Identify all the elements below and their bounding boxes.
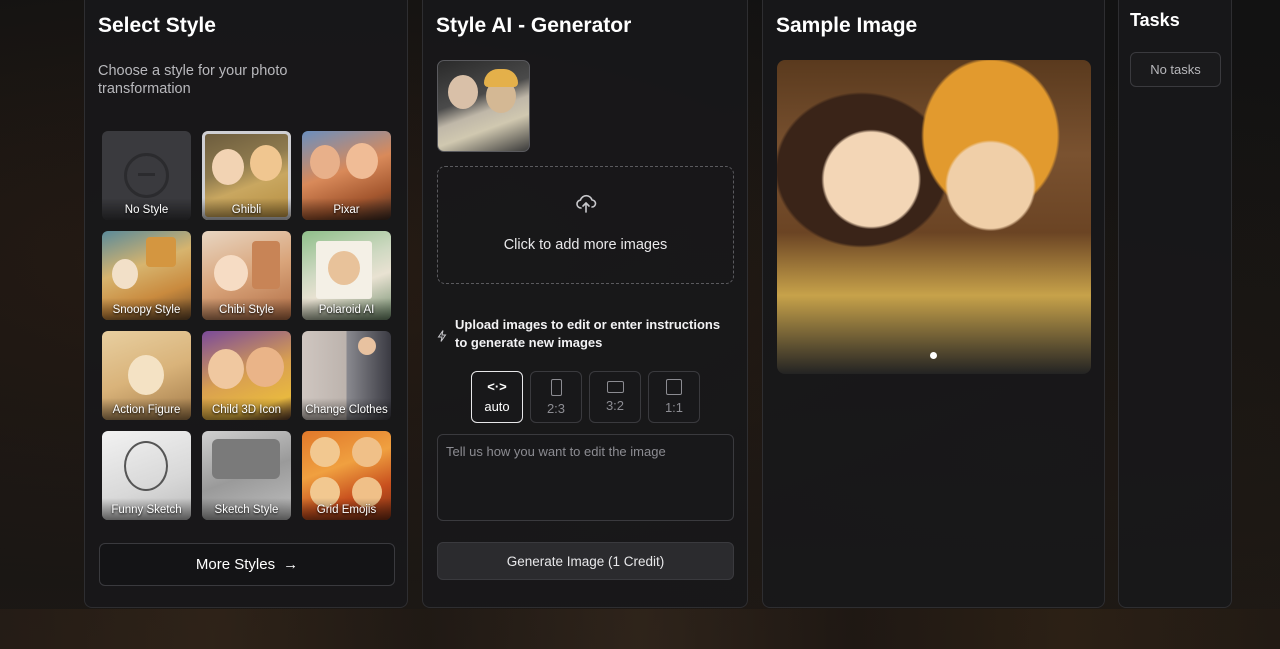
style-tile-pixar[interactable]: Pixar	[302, 131, 391, 220]
ratio-1-1-button[interactable]: 1:1	[648, 371, 700, 423]
auto-ratio-icon: <·>	[487, 379, 507, 394]
select-style-panel: Select Style Choose a style for your pho…	[84, 0, 408, 608]
style-label: No Style	[102, 198, 191, 220]
style-label: Polaroid AI	[302, 298, 391, 320]
no-style-icon	[124, 153, 169, 198]
style-label: Funny Sketch	[102, 498, 191, 520]
generate-image-label: Generate Image (1 Credit)	[506, 553, 665, 569]
tasks-panel: Tasks No tasks	[1118, 0, 1232, 608]
portrait-ratio-icon	[550, 378, 562, 396]
dropzone-label: Click to add more images	[503, 237, 668, 253]
edit-prompt-input[interactable]	[437, 434, 734, 521]
style-tile-action-figure[interactable]: Action Figure	[102, 331, 191, 420]
more-styles-label: More Styles	[195, 556, 276, 573]
style-label: Action Figure	[102, 398, 191, 420]
tasks-title: Tasks	[1130, 10, 1180, 30]
ratio-label: 1:1	[664, 400, 684, 415]
ratio-3-2-button[interactable]: 3:2	[589, 371, 641, 423]
ratio-label: 3:2	[605, 398, 625, 413]
style-tile-child-3d-icon[interactable]: Child 3D Icon	[202, 331, 291, 420]
style-tile-no-style[interactable]: No Style	[102, 131, 191, 220]
style-tile-sketch-style[interactable]: Sketch Style	[202, 431, 291, 520]
generator-title: Style AI - Generator	[436, 14, 632, 37]
ratio-label: auto	[484, 399, 510, 414]
sparkle-icon	[437, 330, 447, 342]
uploaded-image-thumbnail[interactable]	[437, 60, 530, 152]
style-tile-funny-sketch[interactable]: Funny Sketch	[102, 431, 191, 520]
style-tile-grid-emojis[interactable]: Grid Emojis	[302, 431, 391, 520]
landscape-ratio-icon	[606, 381, 624, 393]
image-dropzone[interactable]: Click to add more images	[437, 166, 734, 284]
ratio-2-3-button[interactable]: 2:3	[530, 371, 582, 423]
select-style-subtitle: Choose a style for your photo transforma…	[98, 63, 288, 97]
select-style-title: Select Style	[98, 14, 216, 37]
style-tile-ghibli[interactable]: Ghibli	[202, 131, 291, 220]
ratio-auto-button[interactable]: <·> auto	[471, 371, 523, 423]
style-label: Sketch Style	[202, 498, 291, 520]
cloud-upload-icon	[576, 194, 597, 213]
more-styles-button[interactable]: More Styles →	[99, 543, 395, 586]
style-label: Change Clothes	[302, 398, 391, 420]
carousel-dot[interactable]	[930, 352, 937, 359]
style-label: Grid Emojis	[302, 498, 391, 520]
upload-hint-text: Upload images to edit or enter instructi…	[455, 317, 721, 350]
no-tasks-badge: No tasks	[1130, 52, 1221, 87]
style-label: Child 3D Icon	[202, 398, 291, 420]
generate-image-button[interactable]: Generate Image (1 Credit)	[437, 542, 734, 580]
upload-hint: Upload images to edit or enter instructi…	[437, 316, 733, 351]
style-grid: No Style Ghibli Pixar Snoopy Style Chibi…	[102, 131, 391, 520]
arrow-right-icon: →	[283, 556, 299, 573]
sample-image	[777, 60, 1091, 374]
aspect-ratio-selector: <·> auto 2:3 3:2 1:1	[471, 371, 700, 423]
style-label: Chibi Style	[202, 298, 291, 320]
ratio-label: 2:3	[546, 400, 566, 416]
sample-image-title: Sample Image	[776, 14, 918, 37]
style-label: Pixar	[302, 198, 391, 220]
style-tile-change-clothes[interactable]: Change Clothes	[302, 331, 391, 420]
style-tile-chibi[interactable]: Chibi Style	[202, 231, 291, 320]
square-ratio-icon	[666, 379, 682, 395]
sample-image-panel: Sample Image	[762, 0, 1105, 608]
style-tile-polaroid[interactable]: Polaroid AI	[302, 231, 391, 320]
generator-panel: Style AI - Generator Click to add more i…	[422, 0, 748, 608]
style-label: Snoopy Style	[102, 298, 191, 320]
style-label: Ghibli	[202, 198, 291, 220]
style-tile-snoopy[interactable]: Snoopy Style	[102, 231, 191, 320]
